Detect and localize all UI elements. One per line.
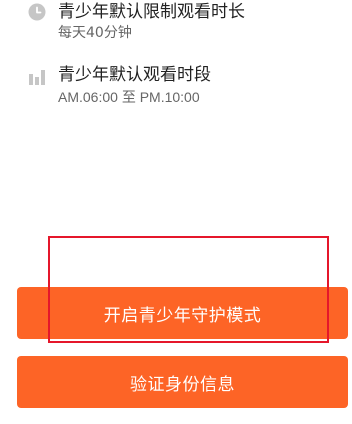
watch-period-value: AM.06:00 至 PM.10:00 bbox=[58, 89, 200, 105]
watch-period-item: 青少年默认观看时段 AM.06:00 至 PM.10:00 bbox=[0, 62, 352, 112]
time-limit-value: 每天40分钟 bbox=[58, 25, 132, 41]
teen-mode-page: 青少年默认限制观看时长 每天40分钟 青少年默认观看时段 AM.06:00 至 … bbox=[0, 0, 352, 424]
bar-chart-icon bbox=[29, 70, 45, 85]
enable-teen-guard-button[interactable]: 开启青少年守护模式 bbox=[17, 287, 348, 339]
time-limit-title: 青少年默认限制观看时长 bbox=[58, 2, 245, 22]
watch-period-title: 青少年默认观看时段 bbox=[58, 65, 211, 85]
clock-icon bbox=[28, 3, 46, 21]
verify-identity-button[interactable]: 验证身份信息 bbox=[17, 356, 348, 408]
time-limit-item: 青少年默认限制观看时长 每天40分钟 bbox=[0, 0, 352, 50]
